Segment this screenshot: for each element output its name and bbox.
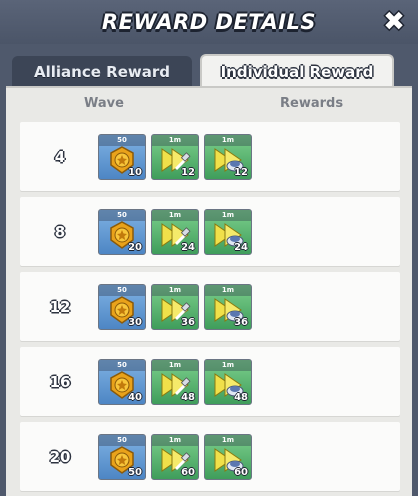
tab-alliance-label: Alliance Reward: [34, 63, 170, 81]
close-button[interactable]: ✖: [380, 8, 408, 36]
reward-row: 12 50 30 1m 36 1m 36: [20, 272, 400, 341]
rewards-panel: Wave Rewards 4 50 10 1m 12 1m 12 8 50 20 1m 24 1m 24 1…: [6, 86, 412, 496]
reward-row: 16 50 40 1m 48 1m 48: [20, 347, 400, 416]
reward-item[interactable]: 50 40: [98, 359, 146, 405]
reward-item-count: 24: [181, 242, 195, 253]
reward-item[interactable]: 1m 36: [204, 284, 252, 330]
column-headers: Wave Rewards: [6, 88, 412, 118]
reward-details-dialog: REWARD DETAILS ✖ Alliance Reward Individ…: [0, 0, 418, 496]
reward-item[interactable]: 50 20: [98, 209, 146, 255]
reward-item-count: 20: [128, 242, 142, 253]
reward-item-count: 12: [181, 167, 195, 178]
reward-item[interactable]: 1m 36: [151, 284, 199, 330]
reward-item[interactable]: 50 10: [98, 134, 146, 180]
reward-item[interactable]: 50 50: [98, 434, 146, 480]
wave-column-header: Wave: [84, 96, 124, 111]
reward-item[interactable]: 1m 48: [151, 359, 199, 405]
reward-item-count: 48: [181, 392, 195, 403]
wave-number: 8: [54, 222, 66, 241]
dialog-title: REWARD DETAILS: [101, 10, 317, 34]
reward-item-count: 10: [128, 167, 142, 178]
tab-individual-label: Individual Reward: [220, 63, 374, 81]
reward-row: 4 50 10 1m 12 1m 12: [20, 122, 400, 191]
reward-row: 20 50 50 1m 60 1m 60: [20, 422, 400, 491]
reward-item[interactable]: 1m 24: [204, 209, 252, 255]
reward-item-count: 60: [181, 467, 195, 478]
wave-number: 12: [49, 297, 71, 316]
tab-alliance-reward[interactable]: Alliance Reward: [12, 56, 192, 88]
reward-item-count: 30: [128, 317, 142, 328]
reward-item[interactable]: 1m 48: [204, 359, 252, 405]
reward-item-count: 36: [234, 317, 248, 328]
wave-number: 20: [49, 447, 71, 466]
rewards-column-header: Rewards: [280, 96, 344, 111]
reward-item[interactable]: 1m 60: [151, 434, 199, 480]
dialog-header: REWARD DETAILS ✖: [0, 0, 418, 44]
reward-item-count: 60: [234, 467, 248, 478]
reward-item[interactable]: 50 30: [98, 284, 146, 330]
reward-item-count: 36: [181, 317, 195, 328]
reward-item-count: 48: [234, 392, 248, 403]
reward-item-count: 40: [128, 392, 142, 403]
close-icon: ✖: [383, 7, 405, 37]
wave-number: 16: [49, 372, 71, 391]
reward-item-count: 50: [128, 467, 142, 478]
reward-item-count: 24: [234, 242, 248, 253]
reward-item[interactable]: 1m 24: [151, 209, 199, 255]
reward-item[interactable]: 1m 60: [204, 434, 252, 480]
reward-item[interactable]: 1m 12: [151, 134, 199, 180]
wave-number: 4: [54, 147, 66, 166]
tab-bar: Alliance Reward Individual Reward: [12, 54, 406, 88]
tab-individual-reward[interactable]: Individual Reward: [200, 54, 394, 88]
reward-row: 8 50 20 1m 24 1m 24: [20, 197, 400, 266]
reward-item[interactable]: 1m 12: [204, 134, 252, 180]
reward-item-count: 12: [234, 167, 248, 178]
